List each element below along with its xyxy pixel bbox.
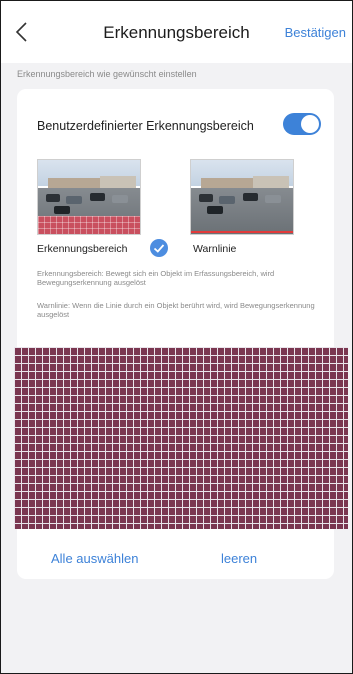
toggle-knob — [301, 115, 319, 133]
mode-label-detection-area[interactable]: Erkennungsbereich — [37, 243, 127, 255]
warning-line-overlay — [191, 231, 293, 233]
custom-area-label: Benutzerdefinierter Erkennungsbereich — [37, 119, 254, 133]
thumbnail-car — [199, 194, 213, 202]
thumbnail-car — [112, 195, 128, 203]
confirm-button[interactable]: Bestätigen — [285, 25, 346, 40]
detection-zone-overlay — [38, 216, 140, 234]
thumbnail-car — [265, 195, 281, 203]
thumbnail-car — [219, 196, 235, 204]
detection-area-thumbnail[interactable] — [37, 159, 141, 235]
app-frame: Erkennungsbereich Bestätigen Erkennungsb… — [0, 0, 353, 674]
thumbnail-car — [46, 194, 60, 202]
clear-button[interactable]: leeren — [221, 551, 257, 566]
header-bar: Erkennungsbereich Bestätigen — [1, 1, 352, 63]
warning-line-description: Warnlinie: Wenn die Linie durch ein Obje… — [37, 301, 315, 319]
thumbnail-car — [90, 193, 105, 201]
thumbnail-car — [243, 193, 258, 201]
select-all-button[interactable]: Alle auswählen — [51, 551, 138, 566]
mode-label-warning-line[interactable]: Warnlinie — [193, 243, 236, 255]
thumbnail-car — [207, 206, 223, 214]
page-subtitle: Erkennungsbereich wie gewünscht einstell… — [17, 69, 197, 79]
thumbnail-car — [54, 206, 70, 214]
detection-area-description: Erkennungsbereich: Bewegt sich ein Objek… — [37, 269, 275, 287]
thumbnail-car — [66, 196, 82, 204]
settings-card: Benutzerdefinierter Erkennungsbereich Er… — [14, 89, 348, 579]
detection-grid[interactable] — [14, 347, 348, 529]
custom-area-toggle[interactable] — [283, 113, 321, 135]
warning-line-thumbnail[interactable] — [190, 159, 294, 235]
checkmark-icon — [150, 239, 168, 257]
